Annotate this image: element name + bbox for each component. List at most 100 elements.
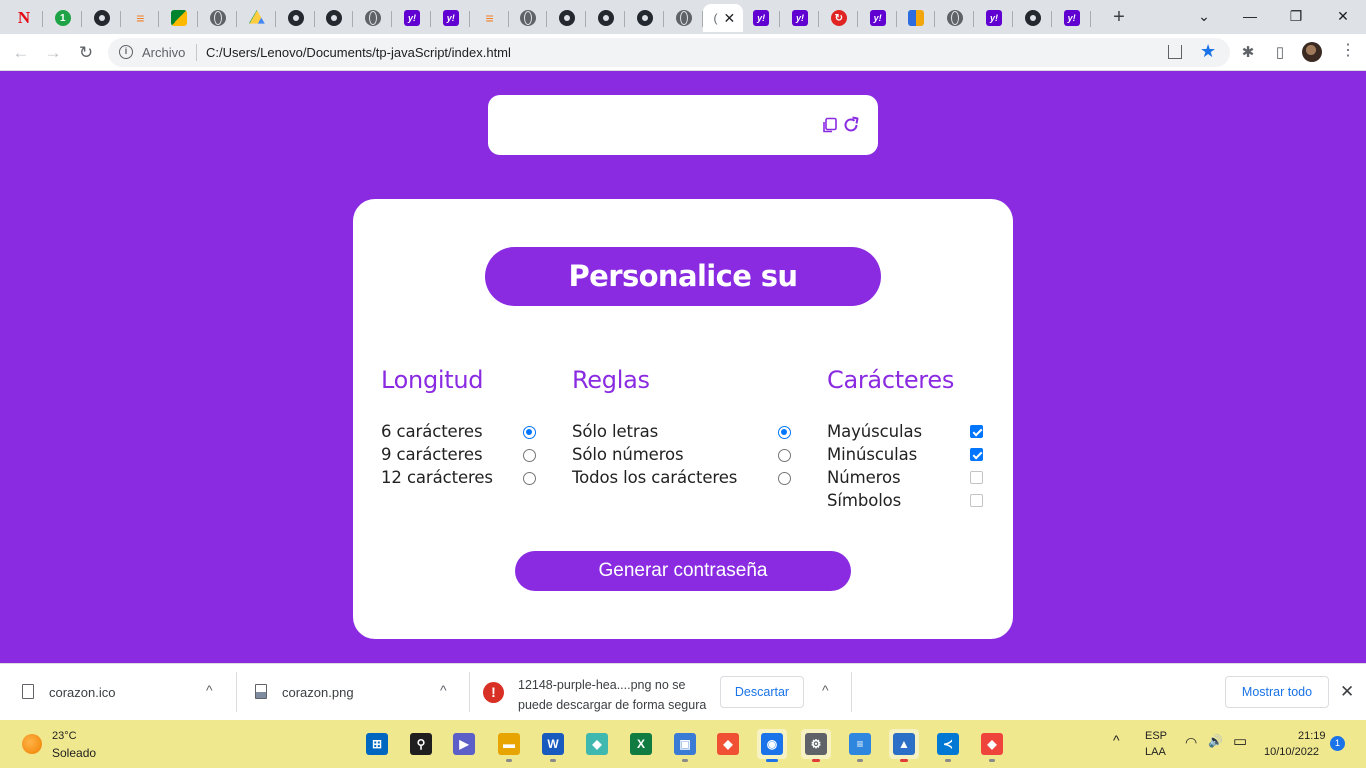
browser-tab[interactable] <box>587 4 625 32</box>
reglas-option-todos-radio[interactable] <box>778 472 791 485</box>
tab-search-dropdown-icon[interactable]: ⌄ <box>1181 0 1227 32</box>
close-tab-icon[interactable]: ✕ <box>724 10 736 27</box>
chevron-up-icon[interactable]: ^ <box>822 682 829 698</box>
browser-tab[interactable]: ≡ <box>121 4 160 32</box>
browser-tab[interactable]: ↻ <box>820 4 858 32</box>
caracteres-minusculas-checkbox[interactable] <box>970 448 983 461</box>
browser-tab[interactable] <box>626 4 664 32</box>
password-settings-card: Personalice su contraseña Longitud 6 car… <box>353 199 1013 639</box>
anydesk-icon[interactable]: ◆ <box>977 729 1007 762</box>
profile-avatar[interactable] <box>1302 42 1322 62</box>
close-window-button[interactable]: ✕ <box>1320 0 1366 32</box>
browser-menu-icon[interactable]: ⋮ <box>1338 42 1358 62</box>
browser-tab[interactable]: y! <box>742 4 781 32</box>
browser-tab[interactable] <box>354 4 393 32</box>
close-download-bar-icon[interactable]: ✕ <box>1340 682 1354 702</box>
restore-window-button[interactable]: ❐ <box>1273 0 1319 32</box>
browser-tab[interactable]: y! <box>975 4 1013 32</box>
url-text[interactable]: C:/Users/Lenovo/Documents/tp-javaScript/… <box>206 45 511 60</box>
browser-tab[interactable] <box>936 4 975 32</box>
yahoo-icon: y! <box>442 10 459 26</box>
browser-tab[interactable]: y! <box>432 4 470 32</box>
show-all-downloads-button[interactable]: Mostrar todo <box>1225 676 1329 708</box>
browser-tab[interactable]: (✕ <box>703 4 744 32</box>
tray-overflow-chevron-icon[interactable]: ^ <box>1113 732 1120 768</box>
yahoo-icon: y! <box>753 10 770 26</box>
reload-icon[interactable]: ↻ <box>73 40 99 66</box>
browser-tab[interactable]: 1 <box>44 4 82 32</box>
longitud-option-12-radio[interactable] <box>523 472 536 485</box>
side-panel-icon[interactable]: ▯ <box>1270 42 1290 62</box>
browser-tab[interactable] <box>1014 4 1052 32</box>
gitkraken-icon[interactable]: ◆ <box>582 729 612 759</box>
caracteres-mayusculas-checkbox[interactable] <box>970 425 983 438</box>
word-icon-glyph: W <box>542 733 564 755</box>
battery-icon[interactable]: ▭ <box>1233 732 1247 768</box>
teams-chat-icon[interactable]: ▶ <box>449 729 479 759</box>
new-tab-button[interactable]: + <box>1108 6 1130 28</box>
bookmark-star-icon[interactable]: ★ <box>1200 41 1216 62</box>
browser-tab[interactable] <box>199 4 237 32</box>
weather-temperature[interactable]: 23°C <box>52 730 77 742</box>
longitud-option-9-radio[interactable] <box>523 449 536 462</box>
excel-icon[interactable]: X <box>626 729 656 759</box>
running-indicator <box>812 759 820 762</box>
remote-desktop-icon[interactable]: ▣ <box>670 729 700 762</box>
browser-tab[interactable]: N <box>5 4 43 32</box>
browser-tab[interactable]: y! <box>859 4 897 32</box>
file-explorer-icon[interactable]: ▬ <box>494 729 524 762</box>
vscode-icon[interactable]: ≺ <box>933 729 963 762</box>
browser-tab[interactable]: y! <box>781 4 819 32</box>
extensions-puzzle-icon[interactable]: ✱ <box>1238 42 1258 62</box>
word-icon[interactable]: W <box>538 729 568 762</box>
back-arrow-icon[interactable]: ← <box>8 40 34 66</box>
reglas-option-numeros-radio[interactable] <box>778 449 791 462</box>
browser-tab[interactable] <box>897 4 936 32</box>
chevron-up-icon[interactable]: ^ <box>440 682 447 698</box>
settings-icon[interactable]: ⚙ <box>801 729 831 762</box>
photos-icon[interactable]: ▲ <box>889 729 919 762</box>
github-icon <box>326 10 343 26</box>
caracteres-simbolos-checkbox[interactable] <box>970 494 983 507</box>
notepad-icon[interactable]: ≡ <box>845 729 875 762</box>
browser-tab[interactable] <box>277 4 315 32</box>
wifi-icon[interactable]: ◠ <box>1185 734 1197 768</box>
generate-password-button[interactable]: Generar contraseña <box>515 551 851 591</box>
copy-icon[interactable] <box>821 117 838 134</box>
green-counter-icon: 1 <box>54 10 71 26</box>
windows-start-icon[interactable]: ⊞ <box>362 729 392 759</box>
browser-tab[interactable] <box>160 4 199 32</box>
notification-count-badge[interactable]: 1 <box>1330 736 1345 751</box>
browser-tab[interactable] <box>315 4 354 32</box>
caracteres-numeros-checkbox[interactable] <box>970 471 983 484</box>
chevron-up-icon[interactable]: ^ <box>206 682 213 698</box>
forward-arrow-icon[interactable]: → <box>40 40 66 66</box>
browser-tab[interactable] <box>509 4 548 32</box>
browser-tab[interactable] <box>665 4 703 32</box>
minimize-window-button[interactable]: — <box>1227 0 1273 32</box>
windows-start-icon-glyph: ⊞ <box>366 733 388 755</box>
chrome-icon[interactable]: ◉ <box>757 729 787 762</box>
download-item-corazon-ico[interactable]: corazon.ico ^ <box>0 664 236 721</box>
address-bar[interactable]: i Archivo C:/Users/Lenovo/Documents/tp-j… <box>108 38 1230 67</box>
browser-tab[interactable]: y! <box>1053 4 1091 32</box>
volume-icon[interactable]: 🔊 <box>1208 734 1223 768</box>
refresh-icon[interactable] <box>842 116 860 134</box>
share-icon[interactable] <box>1168 45 1182 59</box>
sun-weather-icon[interactable] <box>22 734 42 754</box>
search-icon[interactable]: ⚲ <box>406 729 436 759</box>
reglas-option-letras-radio[interactable] <box>778 426 791 439</box>
browser-tab[interactable] <box>83 4 121 32</box>
keyboard-layout-indicator[interactable]: LAA <box>1145 746 1166 768</box>
weather-description[interactable]: Soleado <box>52 746 96 760</box>
git-icon[interactable]: ◆ <box>713 729 743 759</box>
site-info-icon[interactable]: i <box>119 45 133 59</box>
discard-download-button[interactable]: Descartar <box>720 676 804 708</box>
clock-date[interactable]: 10/10/2022 <box>1264 746 1319 768</box>
browser-tab[interactable] <box>238 4 276 32</box>
browser-tab[interactable] <box>548 4 587 32</box>
longitud-option-6-radio[interactable] <box>523 426 536 439</box>
browser-tab[interactable]: ≡ <box>471 4 509 32</box>
browser-tab[interactable]: y! <box>393 4 431 32</box>
download-item-corazon-png[interactable]: corazon.png ^ <box>237 664 469 721</box>
